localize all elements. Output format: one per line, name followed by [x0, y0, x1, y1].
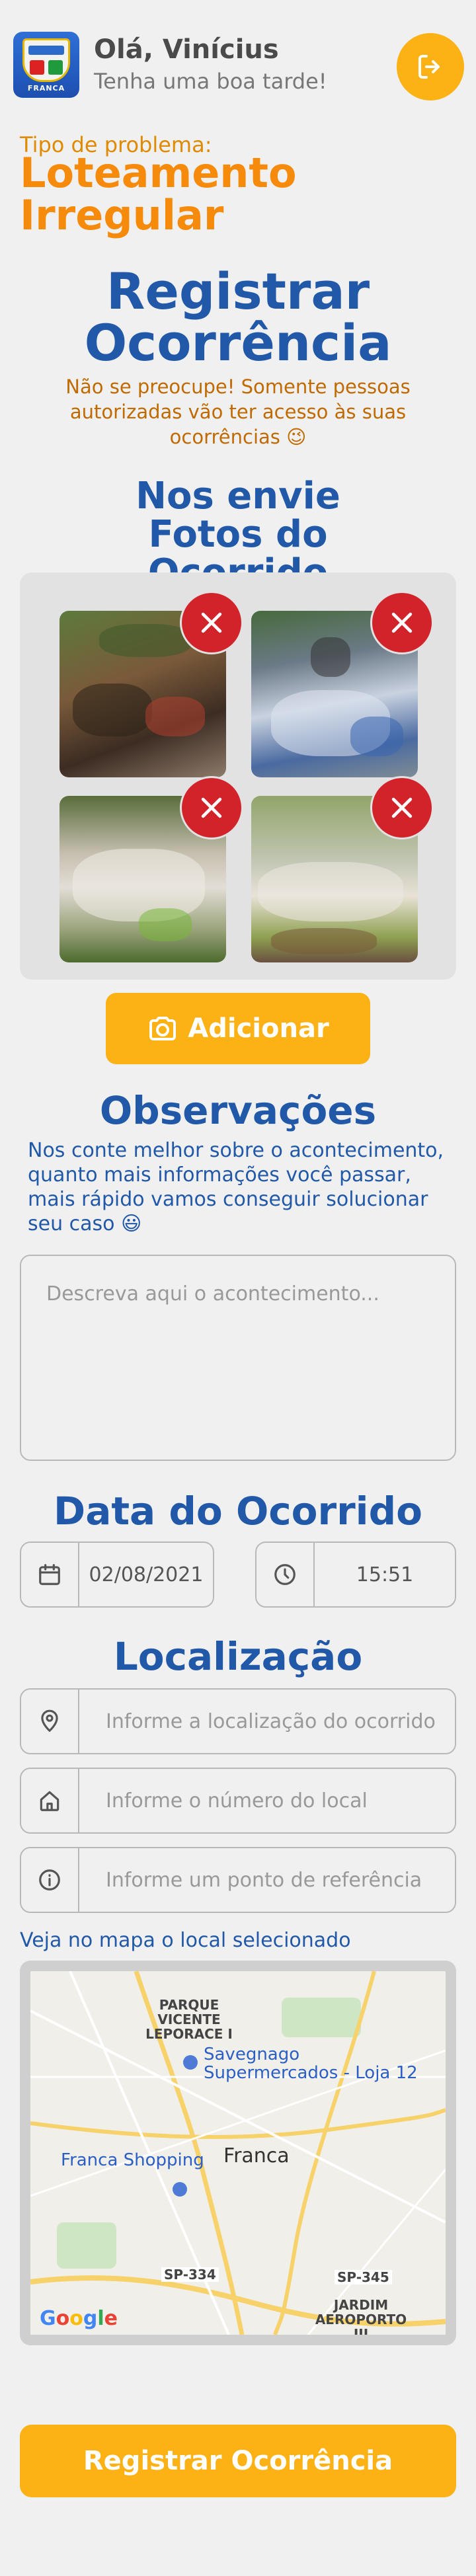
reference-icon-box	[21, 1848, 79, 1912]
add-photo-button[interactable]: Adicionar	[106, 993, 370, 1064]
observations-textarea[interactable]: Descreva aqui o acontecimento...	[20, 1255, 456, 1461]
date-icon-box	[21, 1543, 79, 1606]
header: FRANCA Olá, Vinícius Tenha uma boa tarde…	[0, 0, 476, 132]
map-label-parque: PARQUE VICENTE LEPORACE I	[145, 1997, 233, 2042]
map-label-jardim: JARDIM AEROPORTO III	[315, 2297, 407, 2335]
google-logo: Google	[40, 2307, 118, 2330]
date-title: Data do Ocorrido	[54, 1489, 422, 1534]
remove-photo-button[interactable]	[370, 591, 434, 654]
time-value: 15:51	[356, 1563, 414, 1586]
remove-photo-button[interactable]	[370, 776, 434, 839]
photo-gallery	[20, 572, 456, 980]
calendar-icon	[39, 1564, 60, 1585]
city-logo: FRANCA	[13, 32, 79, 98]
remove-photo-button[interactable]	[180, 776, 243, 839]
date-value: 02/08/2021	[89, 1563, 204, 1586]
location-field[interactable]: Informe a localização do ocorrido	[20, 1688, 456, 1754]
observations-title: Observações	[99, 1088, 377, 1133]
register-title: Registrar Ocorrência	[84, 262, 392, 372]
map-container: PARQUE VICENTE LEPORACE I Savegnago Supe…	[20, 1961, 456, 2345]
submit-occurrence-button[interactable]: Registrar Ocorrência	[20, 2425, 456, 2497]
logo-text: FRANCA	[27, 84, 65, 93]
coat-of-arms-shield	[22, 38, 70, 82]
location-placeholder: Informe a localização do ocorrido	[106, 1709, 436, 1733]
observations-placeholder: Descreva aqui o acontecimento...	[46, 1282, 379, 1306]
number-icon-box	[21, 1769, 79, 1832]
number-placeholder: Informe o número do local	[106, 1789, 368, 1813]
map-label: Veja no mapa o local selecionado	[20, 1929, 351, 1952]
date-field[interactable]: 02/08/2021	[20, 1542, 214, 1608]
camera-icon	[149, 1017, 177, 1040]
reference-field[interactable]: Informe um ponto de referência	[20, 1847, 456, 1913]
map-pin-icon	[41, 1709, 58, 1733]
close-icon	[201, 612, 222, 633]
close-icon	[391, 612, 413, 633]
location-icon-box	[21, 1690, 79, 1753]
time-field[interactable]: 15:51	[255, 1542, 456, 1608]
greeting-subtitle: Tenha uma boa tarde!	[94, 69, 327, 94]
reference-placeholder: Informe um ponto de referência	[106, 1868, 422, 1892]
map-label-shopping: Franca Shopping	[61, 2150, 204, 2170]
map[interactable]: PARQUE VICENTE LEPORACE I Savegnago Supe…	[30, 1971, 446, 2335]
map-label-sp345: SP-345	[335, 2270, 392, 2284]
close-icon	[391, 797, 413, 818]
time-icon-box	[257, 1543, 315, 1606]
problem-type-value: Loteamento Irregular	[20, 149, 297, 239]
clock-icon	[274, 1564, 296, 1585]
map-label-city: Franca	[223, 2144, 290, 2167]
home-icon	[40, 1791, 60, 1811]
map-label-sp334: SP-334	[161, 2267, 219, 2282]
greeting: Olá, Vinícius	[94, 34, 279, 65]
info-icon	[39, 1869, 60, 1891]
map-label-savegnago: Savegnago Supermercados - Loja 12	[204, 2045, 418, 2083]
logout-button[interactable]	[397, 33, 464, 100]
close-icon	[201, 797, 222, 818]
number-field[interactable]: Informe o número do local	[20, 1768, 456, 1834]
logout-icon	[418, 55, 440, 79]
remove-photo-button[interactable]	[180, 591, 243, 654]
observations-help: Nos conte melhor sobre o acontecimento, …	[28, 1139, 444, 1235]
add-photo-label: Adicionar	[188, 1013, 329, 1044]
privacy-note: Não se preocupe! Somente pessoas autoriz…	[65, 375, 411, 448]
location-title: Localização	[113, 1634, 363, 1679]
